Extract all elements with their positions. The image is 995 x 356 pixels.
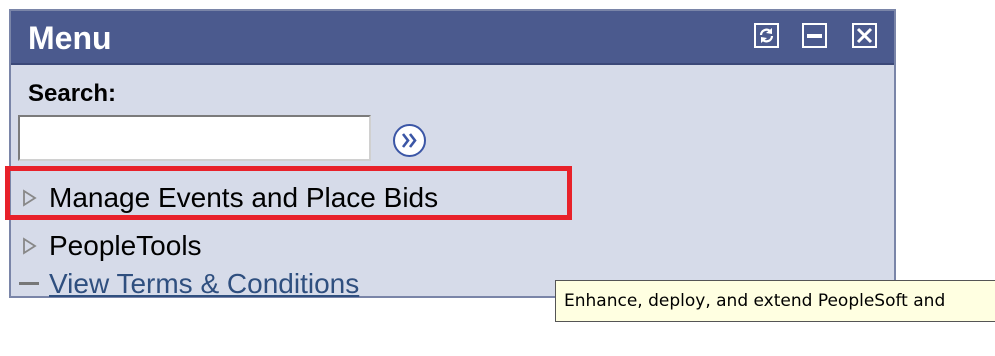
- expand-triangle-icon: [23, 236, 37, 255]
- highlight-annotation: [5, 166, 572, 220]
- tooltip: Enhance, deploy, and extend PeopleSoft a…: [555, 280, 995, 322]
- nav-item-peopletools[interactable]: PeopleTools: [19, 229, 202, 263]
- dash-icon: [19, 282, 39, 286]
- terms-link[interactable]: View Terms & Conditions: [49, 268, 359, 299]
- minimize-button[interactable]: [802, 23, 827, 48]
- refresh-icon: [759, 28, 774, 43]
- menu-portlet: Menu Search: Manage Events and Place Bid…: [9, 9, 896, 301]
- search-go-button[interactable]: [392, 123, 427, 158]
- refresh-button[interactable]: [754, 23, 779, 48]
- menu-title: Menu: [28, 20, 112, 56]
- search-input[interactable]: [18, 115, 371, 161]
- minimize-icon: [807, 34, 822, 38]
- double-chevron-right-icon: [393, 124, 426, 157]
- close-icon: [856, 27, 873, 44]
- close-button[interactable]: [852, 23, 877, 48]
- nav-item-terms[interactable]: View Terms & Conditions: [19, 267, 359, 301]
- search-label: Search:: [28, 80, 117, 107]
- nav-item-label: PeopleTools: [49, 230, 202, 261]
- menu-header: Menu: [11, 11, 894, 65]
